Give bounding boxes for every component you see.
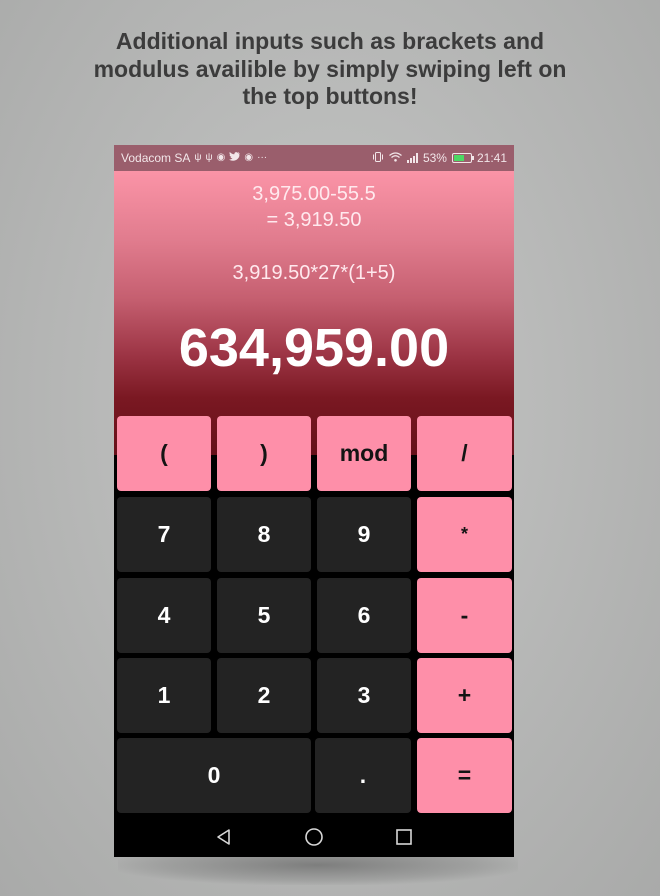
digit-1-button[interactable]: 1 bbox=[117, 658, 211, 733]
twitter-icon bbox=[229, 152, 241, 164]
subtract-button[interactable]: - bbox=[417, 578, 512, 653]
back-icon[interactable] bbox=[213, 826, 235, 848]
usb-icon: ψ bbox=[194, 152, 202, 163]
caption-line-3: the top buttons! bbox=[242, 83, 418, 109]
history-expression: 3,975.00-55.5 bbox=[252, 183, 376, 205]
recents-icon[interactable] bbox=[393, 826, 415, 848]
phone-screen: Vodacom SA ψ ψ ◉ ◉ ··· 53% 21:41 3,975.0… bbox=[114, 145, 514, 857]
battery-percent: 53% bbox=[422, 151, 447, 165]
caption-line-1: Additional inputs such as brackets and bbox=[115, 28, 545, 54]
digit-4-button[interactable]: 4 bbox=[117, 578, 211, 653]
shield-icon: ◉ bbox=[244, 152, 254, 163]
digit-7-button[interactable]: 7 bbox=[117, 497, 211, 572]
digit-2-button[interactable]: 2 bbox=[217, 658, 311, 733]
open-bracket-button[interactable]: ( bbox=[117, 416, 211, 491]
home-icon[interactable] bbox=[303, 826, 325, 848]
digit-5-button[interactable]: 5 bbox=[217, 578, 311, 653]
digit-8-button[interactable]: 8 bbox=[217, 497, 311, 572]
equals-button[interactable]: = bbox=[417, 738, 512, 813]
history-result: = 3,919.50 bbox=[266, 209, 362, 231]
carrier-name: Vodacom SA bbox=[121, 151, 191, 165]
more-dots-icon: ··· bbox=[257, 152, 268, 163]
mod-button[interactable]: mod bbox=[317, 416, 411, 491]
decimal-point-button[interactable]: . bbox=[315, 738, 411, 813]
vibrate-icon bbox=[372, 151, 384, 165]
chrome-icon: ◉ bbox=[216, 152, 226, 163]
digit-3-button[interactable]: 3 bbox=[317, 658, 411, 733]
battery-icon bbox=[451, 153, 474, 163]
wifi-icon bbox=[389, 151, 402, 165]
multiply-button[interactable]: * bbox=[417, 497, 512, 572]
signal-icon bbox=[406, 153, 418, 163]
current-expression: 3,919.50*27*(1+5) bbox=[232, 262, 396, 284]
status-bar: Vodacom SA ψ ψ ◉ ◉ ··· 53% 21:41 bbox=[114, 145, 514, 171]
digit-9-button[interactable]: 9 bbox=[317, 497, 411, 572]
clock: 21:41 bbox=[476, 151, 507, 165]
navigation-bar bbox=[114, 817, 514, 857]
promo-caption: Additional inputs such as brackets and m… bbox=[40, 28, 620, 111]
result-value: 634,959.00 bbox=[178, 318, 450, 378]
caption-line-2: modulus availible by simply swiping left… bbox=[93, 55, 567, 82]
divide-button[interactable]: / bbox=[417, 416, 512, 491]
add-button[interactable]: + bbox=[417, 658, 512, 733]
calculator-display: 3,975.00-55.5 = 3,919.50 3,919.50*27*(1+… bbox=[114, 171, 514, 455]
digit-6-button[interactable]: 6 bbox=[317, 578, 411, 653]
close-bracket-button[interactable]: ) bbox=[217, 416, 311, 491]
usb-icon: ψ bbox=[205, 152, 213, 163]
digit-0-button[interactable]: 0 bbox=[117, 738, 311, 813]
